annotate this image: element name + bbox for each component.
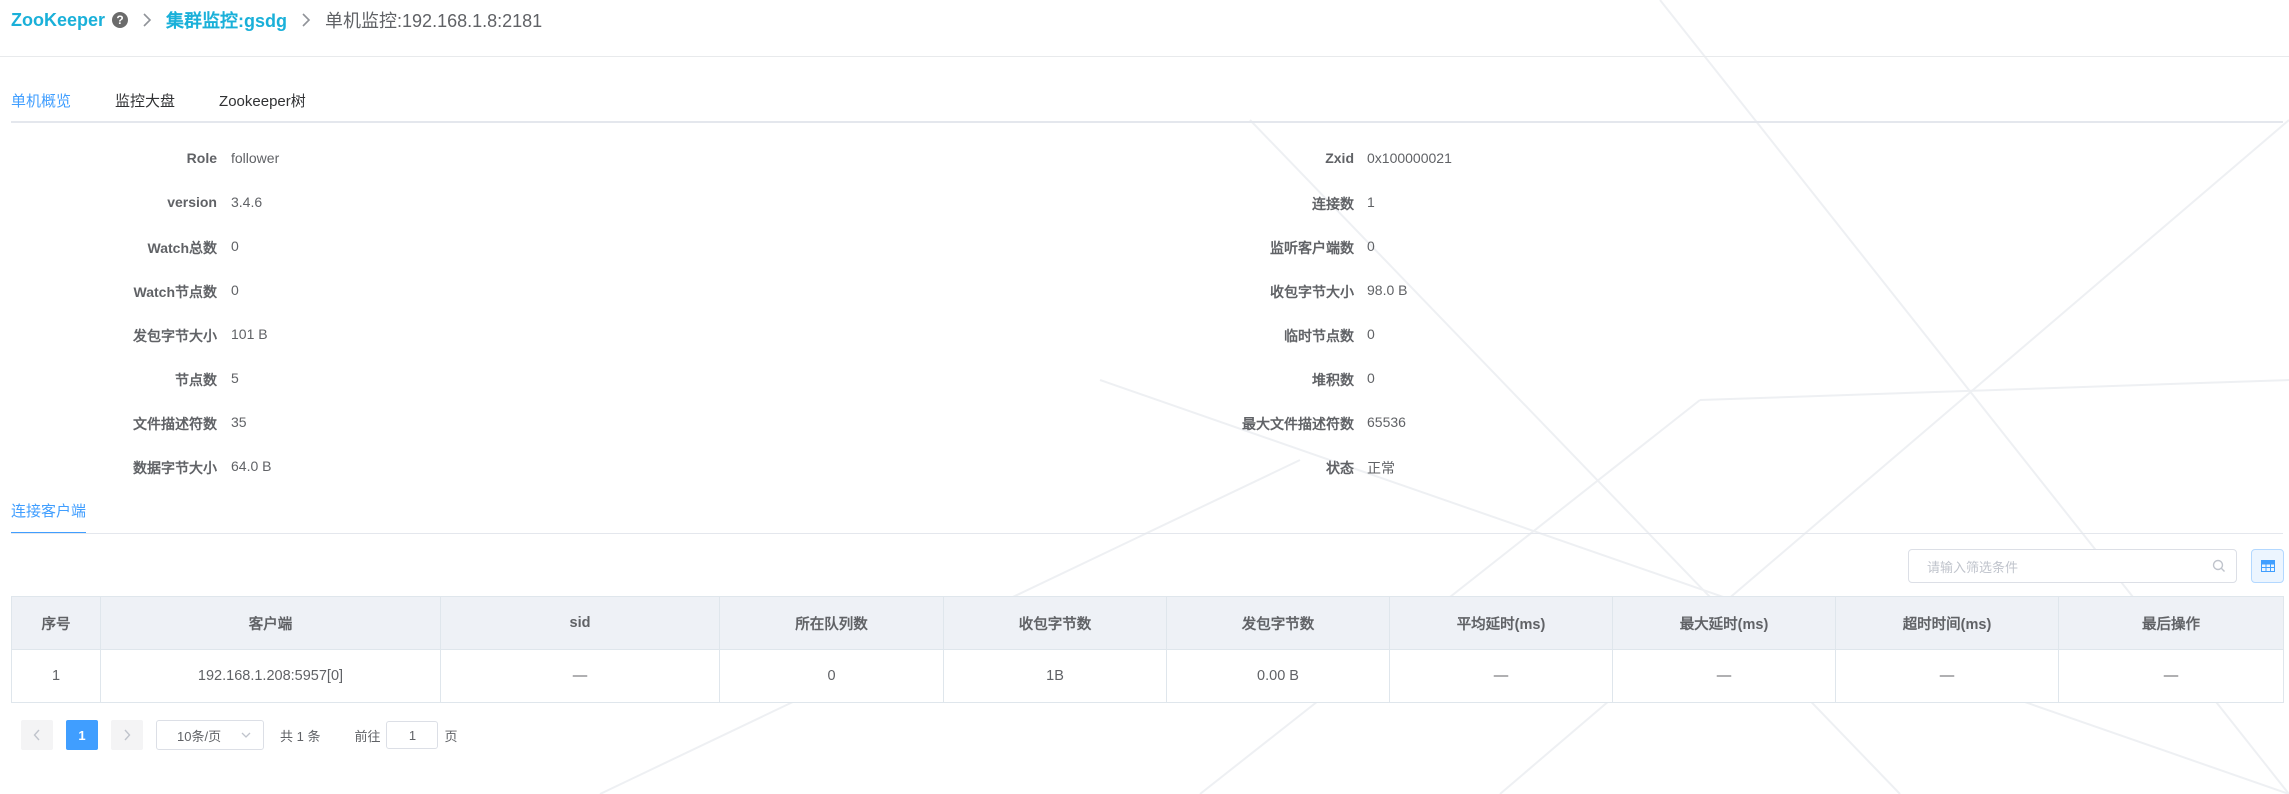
info-label: 节点数 <box>175 372 217 388</box>
table-cell: — <box>1612 649 1836 703</box>
info-label: 发包字节大小 <box>133 328 217 344</box>
table-row[interactable]: 1 192.168.1.208:5957[0] — 0 1B 0.00 B — … <box>11 649 2284 703</box>
info-value: 0 <box>231 238 239 254</box>
info-label: 监听客户端数 <box>1270 240 1354 256</box>
table-cell: — <box>2058 649 2284 703</box>
search-icon[interactable] <box>2212 559 2226 573</box>
info-value: 3.4.6 <box>231 194 263 210</box>
column-header[interactable]: 所在队列数 <box>719 596 944 650</box>
info-label: 状态 <box>1326 460 1354 476</box>
table-cell: — <box>1835 649 2059 703</box>
info-label: Watch节点数 <box>133 284 217 300</box>
info-label: Watch总数 <box>147 240 217 256</box>
info-value: 0 <box>1367 238 1375 254</box>
sub-tabs-divider <box>11 533 2283 534</box>
prev-page-button[interactable] <box>21 720 53 750</box>
next-page-button[interactable] <box>111 720 143 750</box>
breadcrumb-zookeeper-link[interactable]: ZooKeeper <box>11 10 105 31</box>
goto-prefix: 前往 <box>354 728 381 744</box>
goto-page-input[interactable] <box>386 721 439 749</box>
clients-table: 序号 客户端 sid 所在队列数 收包字节数 发包字节数 平均延时(ms) 最大… <box>11 596 2284 703</box>
info-label: 最大文件描述符数 <box>1242 416 1354 432</box>
chevron-right-icon <box>142 13 152 27</box>
chevron-left-icon <box>33 729 40 741</box>
table-header-row: 序号 客户端 sid 所在队列数 收包字节数 发包字节数 平均延时(ms) 最大… <box>11 596 2284 650</box>
info-value: 64.0 B <box>231 458 272 474</box>
breadcrumb-cluster-link[interactable]: 集群监控:gsdg <box>166 7 287 33</box>
tab-dashboard[interactable]: 监控大盘 <box>115 80 175 122</box>
info-value: 1 <box>1367 194 1375 210</box>
table-cell: 192.168.1.208:5957[0] <box>100 649 441 703</box>
tab-zookeeper-tree[interactable]: Zookeeper树 <box>219 80 306 122</box>
info-label: 堆积数 <box>1312 372 1354 388</box>
column-header[interactable]: 平均延时(ms) <box>1389 596 1613 650</box>
info-label: 数据字节大小 <box>133 460 217 476</box>
table-cell: — <box>1389 649 1613 703</box>
column-header[interactable]: 收包字节数 <box>943 596 1167 650</box>
breadcrumb-current: 单机监控:192.168.1.8:2181 <box>325 11 543 31</box>
total-count: 共 1 条 <box>280 728 321 744</box>
tab-overview[interactable]: 单机概览 <box>11 80 72 123</box>
table-cell: 0 <box>719 649 944 703</box>
table-cell: 1 <box>11 649 101 703</box>
table-cell: — <box>440 649 720 703</box>
info-value: 0 <box>231 282 239 298</box>
table-cell: 1B <box>943 649 1167 703</box>
info-value: 0 <box>1367 370 1375 386</box>
column-header[interactable]: 客户端 <box>100 596 441 650</box>
info-value: 101 B <box>231 326 268 342</box>
page-number-current[interactable]: 1 <box>66 720 98 750</box>
info-label: 临时节点数 <box>1284 328 1354 344</box>
filter-search-box <box>1908 549 2237 584</box>
column-header[interactable]: 发包字节数 <box>1166 596 1390 650</box>
tabs-divider <box>11 121 2283 123</box>
info-value: follower <box>231 150 280 166</box>
column-header[interactable]: 序号 <box>11 596 101 650</box>
info-label: 连接数 <box>1312 196 1354 212</box>
filter-input[interactable] <box>1925 550 2209 584</box>
info-value: 5 <box>231 370 239 386</box>
info-label: 收包字节大小 <box>1270 284 1354 300</box>
column-header[interactable]: 最大延时(ms) <box>1612 596 1836 650</box>
info-label: version <box>167 194 217 210</box>
info-value: 0 <box>1367 326 1375 342</box>
header-divider <box>0 56 2289 57</box>
page-size-select[interactable]: 10条/页 <box>156 720 264 750</box>
column-header[interactable]: sid <box>440 596 720 650</box>
tab-bar: 单机概览 监控大盘 Zookeeper树 <box>11 80 350 123</box>
info-value: 0x100000021 <box>1367 150 1452 166</box>
info-label: 文件描述符数 <box>133 416 217 432</box>
table-icon <box>2260 560 2275 572</box>
column-header[interactable]: 最后操作 <box>2058 596 2284 650</box>
info-value: 65536 <box>1367 414 1406 430</box>
pagination: 1 10条/页 共 1 条 前往 页 <box>21 720 458 750</box>
info-value: 正常 <box>1367 460 1395 476</box>
help-icon[interactable]: ? <box>112 12 129 28</box>
column-header[interactable]: 超时时间(ms) <box>1835 596 2059 650</box>
info-label: Zxid <box>1325 150 1354 166</box>
info-label: Role <box>186 150 217 166</box>
chevron-right-icon <box>301 13 311 27</box>
breadcrumb: ZooKeeper ? 集群监控:gsdg 单机监控:192.168.1.8:2… <box>11 8 542 32</box>
chevron-right-icon <box>124 729 131 741</box>
goto-suffix: 页 <box>444 728 458 744</box>
page-size-value: 10条/页 <box>177 728 222 744</box>
column-settings-button[interactable] <box>2251 549 2284 583</box>
info-value: 98.0 B <box>1367 282 1408 298</box>
table-cell: 0.00 B <box>1166 649 1390 703</box>
chevron-down-icon <box>241 732 251 738</box>
tab-connected-clients[interactable]: 连接客户端 <box>11 500 87 534</box>
info-value: 35 <box>231 414 247 430</box>
